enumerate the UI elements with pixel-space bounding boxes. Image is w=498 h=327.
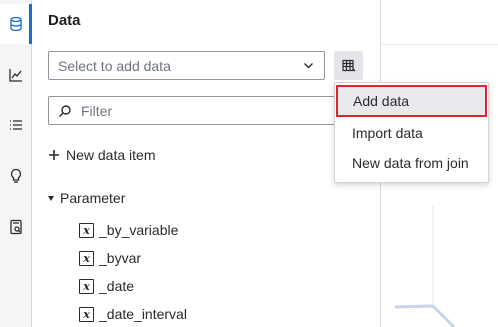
parameter-group-label: Parameter: [60, 190, 126, 206]
pane-title: Data: [48, 12, 81, 29]
rail-outline-button[interactable]: [0, 105, 31, 145]
rail-data-button[interactable]: [0, 4, 32, 44]
filter-input[interactable]: Filter: [48, 96, 363, 125]
parameter-name: _date_interval: [99, 306, 187, 322]
search-icon: [59, 105, 71, 117]
new-data-item-label: New data item: [66, 147, 156, 163]
parameter-name: _date: [99, 278, 135, 294]
list-item[interactable]: x _date: [79, 275, 134, 297]
add-data-select[interactable]: Select to add data: [48, 51, 325, 80]
menu-item-import-data[interactable]: Import data: [336, 117, 487, 149]
parameter-name: _byvar: [99, 250, 142, 266]
database-icon: [9, 16, 22, 32]
menu-item-new-data-from-join[interactable]: New data from join: [336, 147, 487, 179]
parameter-group-header[interactable]: Parameter: [48, 190, 125, 206]
menu-item-add-data[interactable]: Add data: [336, 85, 487, 117]
table-icon: [341, 59, 355, 71]
rail-report-button[interactable]: [0, 207, 31, 247]
line-chart-icon: [8, 69, 22, 82]
add-data-menu: Add data Import data New data from join: [334, 82, 489, 183]
rail-objects-button[interactable]: [0, 55, 31, 95]
report-icon: [9, 219, 22, 235]
parameter-variable-icon: x: [79, 250, 94, 266]
new-data-item-button[interactable]: New data item: [48, 147, 155, 163]
plus-icon: [49, 150, 59, 160]
collapse-triangle-icon: [48, 196, 54, 201]
select-placeholder: Select to add data: [58, 57, 171, 74]
list-item[interactable]: x _date_interval: [79, 303, 187, 325]
lightbulb-icon: [10, 168, 21, 183]
list-item[interactable]: x _by_variable: [79, 219, 178, 241]
filter-placeholder: Filter: [81, 102, 113, 119]
parameter-variable-icon: x: [79, 278, 94, 294]
left-nav-rail: [0, 0, 32, 327]
parameter-name: _by_variable: [99, 222, 179, 238]
list-icon: [9, 120, 22, 130]
data-source-menu-button[interactable]: [334, 51, 363, 80]
rail-suggestions-button[interactable]: [0, 156, 31, 196]
data-pane: Data Select to add data Filter New data …: [32, 0, 381, 327]
parameter-variable-icon: x: [79, 306, 94, 322]
chevron-down-icon: [304, 63, 313, 69]
list-item[interactable]: x _byvar: [79, 247, 141, 269]
parameter-variable-icon: x: [79, 222, 94, 238]
